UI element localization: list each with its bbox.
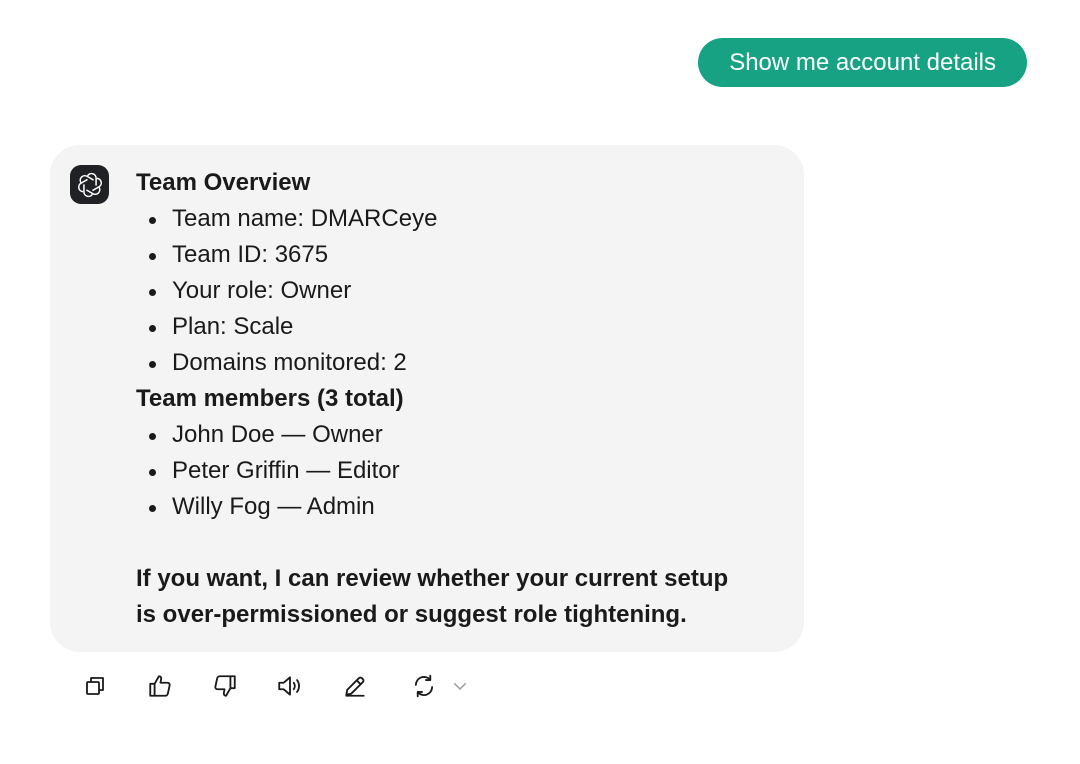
regenerate-icon [414,674,434,698]
list-item: Team name: DMARCeye [136,201,776,237]
overview-list: Team name: DMARCeye Team ID: 3675 Your r… [136,201,776,381]
chevron-down-icon [454,683,466,690]
overview-heading: Team Overview [136,169,311,196]
members-list: John Doe — Owner Peter Griffin — Editor … [136,417,776,525]
members-heading: Team members (3 total) [136,385,404,412]
user-message-text: Show me account details [729,48,996,76]
list-item: Peter Griffin — Editor [136,453,776,489]
thumbs-down-button[interactable] [208,669,242,703]
chat-page: Show me account details Team Overview Te… [0,0,1080,764]
edit-button[interactable] [338,669,372,703]
list-item: Domains monitored: 2 [136,345,776,381]
openai-logo-icon [70,165,109,204]
list-item: Willy Fog — Admin [136,489,776,525]
copy-button[interactable] [78,669,112,703]
closing-line: If you want, I can review whether your c… [136,565,729,592]
list-item: Team ID: 3675 [136,237,776,273]
closing-paragraph: If you want, I can review whether your c… [136,561,776,633]
assistant-message-card: Team Overview Team name: DMARCeye Team I… [50,145,804,652]
list-item: Plan: Scale [136,309,776,345]
closing-line: is over-permissioned or suggest role tig… [136,601,687,628]
speaker-icon [278,676,300,696]
edit-icon [345,676,365,697]
copy-icon [86,677,104,695]
read-aloud-button[interactable] [273,669,307,703]
user-message-bubble: Show me account details [698,38,1027,87]
list-item: John Doe — Owner [136,417,776,453]
thumbs-up-icon [149,675,171,697]
thumbs-down-icon [214,675,236,697]
thumbs-up-button[interactable] [143,669,177,703]
list-item: Your role: Owner [136,273,776,309]
assistant-message-content: Team Overview Team name: DMARCeye Team I… [136,165,776,633]
message-action-bar [78,668,477,704]
regenerate-button[interactable] [407,669,441,703]
model-dropdown-button[interactable] [443,669,477,703]
